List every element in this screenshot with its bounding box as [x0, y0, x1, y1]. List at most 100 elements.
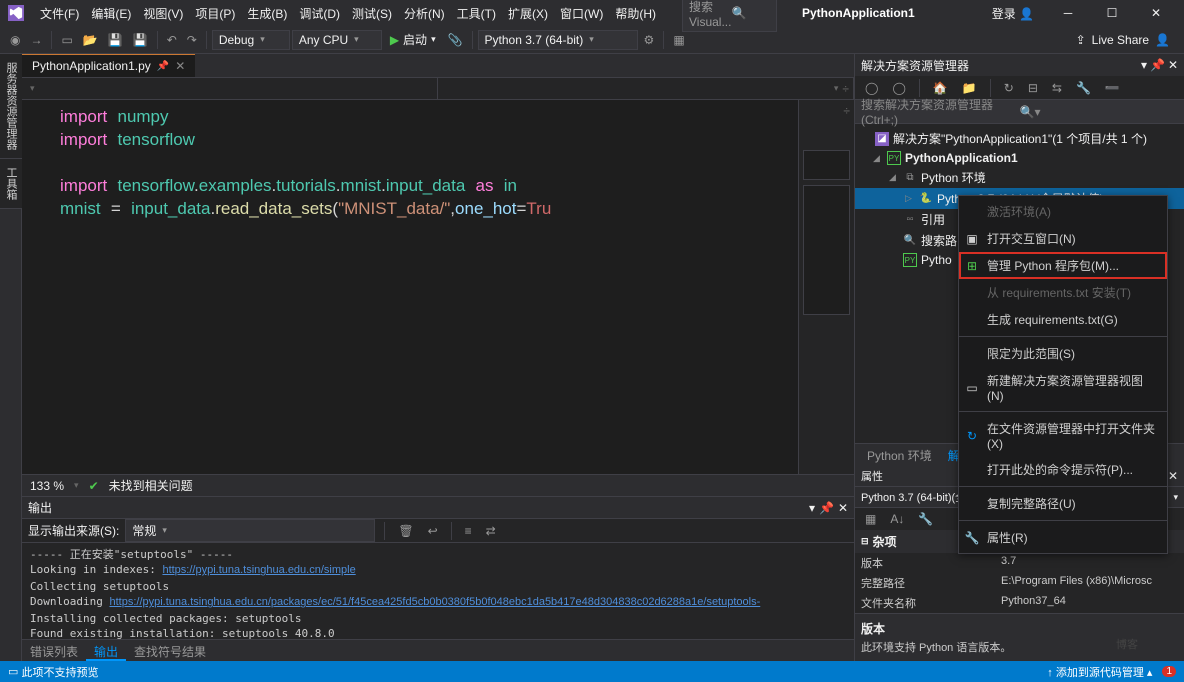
ctx-properties[interactable]: 🔧属性(R) — [959, 524, 1167, 551]
watermark: 博客 — [1116, 636, 1138, 652]
menu-文件(F)[interactable]: 文件(F) — [34, 3, 85, 25]
close-icon[interactable]: ✕ — [838, 501, 848, 515]
output-text[interactable]: ----- 正在安装"setuptools" -----Looking in i… — [22, 543, 854, 639]
attach-button[interactable]: 📎 — [444, 30, 467, 50]
config-combo[interactable]: Debug▾ — [212, 30, 290, 50]
ctx-install-req[interactable]: 从 requirements.txt 安装(T) — [959, 279, 1167, 306]
menu-生成(B)[interactable]: 生成(B) — [241, 3, 293, 25]
properties-icon[interactable]: 🔧 — [1072, 78, 1095, 98]
toggle-wrap-button[interactable]: ↩ — [424, 521, 442, 541]
env-settings-button[interactable]: ⚙ — [640, 30, 659, 50]
solution-explorer-title: 解决方案资源管理器 — [861, 57, 969, 74]
pin-icon[interactable]: 📌 — [819, 501, 834, 515]
menu-测试(S)[interactable]: 测试(S) — [346, 3, 398, 25]
refresh-icon[interactable]: ↻ — [1000, 78, 1018, 98]
fwd-button[interactable]: ◯ — [888, 78, 909, 98]
output-tab[interactable]: 输出 — [86, 640, 126, 661]
menu-视图(V)[interactable]: 视图(V) — [137, 3, 189, 25]
prop-row[interactable]: 完整路径E:\Program Files (x86)\Microsc — [855, 573, 1184, 593]
ctx-copy-path[interactable]: 复制完整路径(U) — [959, 490, 1167, 517]
alpha-button[interactable]: A↓ — [886, 509, 908, 529]
menu-分析(N)[interactable]: 分析(N) — [398, 3, 451, 25]
prop-row[interactable]: 版本3.7 — [855, 553, 1184, 573]
python-env-tab[interactable]: Python 环境 — [859, 444, 940, 465]
zoom-level[interactable]: 133 % — [30, 479, 64, 493]
prop-row[interactable]: 文件夹名称Python37_64 — [855, 593, 1184, 613]
menu-扩展(X)[interactable]: 扩展(X) — [502, 3, 554, 25]
categorize-button[interactable]: ▦ — [861, 509, 880, 529]
file-tab[interactable]: PythonApplication1.py 📌 ✕ — [22, 54, 195, 77]
nav-back-button[interactable]: ◉ — [6, 30, 24, 50]
preview-icon[interactable]: ➖ — [1101, 78, 1124, 98]
start-debug-button[interactable]: ▶启动▾ — [384, 29, 442, 50]
solution-node[interactable]: ◪ 解决方案"PythonApplication1"(1 个项目/共 1 个) — [855, 128, 1184, 149]
pin-icon[interactable]: 📌 — [1150, 58, 1165, 72]
interpreter-combo[interactable]: Python 3.7 (64-bit)▾ — [478, 30, 638, 50]
add-source-control[interactable]: ↑ 添加到源代码管理 ▴ — [1047, 664, 1152, 680]
ctx-manage-packages[interactable]: ⊞管理 Python 程序包(M)... — [959, 252, 1167, 279]
dropdown-icon[interactable]: ▾ — [1141, 58, 1147, 72]
properties-title: 属性 — [861, 468, 883, 484]
menu-项目(P)[interactable]: 项目(P) — [189, 3, 241, 25]
ctx-gen-req[interactable]: 生成 requirements.txt(G) — [959, 306, 1167, 333]
code-editor[interactable]: import numpy import tensorflow import te… — [22, 100, 854, 474]
show-all-button[interactable]: 📁 — [958, 78, 981, 98]
solution-search-input[interactable]: 搜索解决方案资源管理器(Ctrl+;) 🔍▾ — [855, 100, 1184, 124]
menu-工具(T)[interactable]: 工具(T) — [451, 3, 502, 25]
notification-badge[interactable]: 1 — [1162, 666, 1176, 677]
maximize-button[interactable]: ☐ — [1092, 0, 1132, 26]
project-node[interactable]: ◢PY PythonApplication1 — [855, 149, 1184, 167]
find-symbol-tab[interactable]: 查找符号结果 — [126, 640, 214, 661]
env-context-menu: 激活环境(A) ▣打开交互窗口(N) ⊞管理 Python 程序包(M)... … — [958, 195, 1168, 554]
home-icon[interactable]: 🏠 — [929, 78, 952, 98]
layout-button[interactable]: ▦ — [669, 30, 688, 50]
platform-combo[interactable]: Any CPU▾ — [292, 30, 382, 50]
split-icon[interactable]: ÷ — [843, 104, 850, 118]
pin-icon[interactable]: 📌 — [157, 61, 169, 72]
clear-output-button[interactable]: 🗑 — [394, 521, 417, 541]
ctx-interactive[interactable]: ▣打开交互窗口(N) — [959, 225, 1167, 252]
dropdown-icon[interactable]: ▾ — [809, 501, 815, 515]
prop-desc-name: 版本 — [861, 620, 1178, 637]
quick-search-input[interactable]: 搜索 Visual... 🔍 — [682, 0, 777, 32]
ctx-open-cmd[interactable]: 打开此处的命令提示符(P)... — [959, 456, 1167, 483]
close-icon[interactable]: ✕ — [1168, 58, 1178, 72]
close-icon[interactable]: ✕ — [1168, 469, 1178, 483]
save-button[interactable]: 💾 — [104, 30, 127, 50]
close-button[interactable]: ✕ — [1136, 0, 1176, 26]
output-opt2-button[interactable]: ⇄ — [482, 521, 500, 541]
server-explorer-tab[interactable]: 服务器资源管理器 — [0, 54, 22, 159]
minimize-button[interactable]: ─ — [1048, 0, 1088, 26]
ctx-activate[interactable]: 激活环境(A) — [959, 198, 1167, 225]
nav-fwd-button[interactable]: → — [26, 30, 46, 50]
sync-icon[interactable]: ⇆ — [1048, 78, 1066, 98]
output-source-combo[interactable]: 常规▾ — [125, 519, 375, 542]
toolbox-tab[interactable]: 工具箱 — [0, 159, 22, 209]
close-tab-icon[interactable]: ✕ — [175, 59, 185, 73]
props-wrench-icon[interactable]: 🔧 — [914, 509, 937, 529]
collapse-icon[interactable]: ⊟ — [1024, 78, 1042, 98]
menu-调试(D)[interactable]: 调试(D) — [293, 3, 346, 25]
search-icon: 🔍 — [731, 6, 770, 20]
output-opt1-button[interactable]: ≡ — [461, 521, 476, 541]
env-folder-node[interactable]: ◢⧉ Python 环境 — [855, 167, 1184, 188]
liveshare-button[interactable]: ⇪ Live Share 👤 — [1068, 31, 1178, 49]
ctx-new-view[interactable]: ▭新建解决方案资源管理器视图(N) — [959, 367, 1167, 408]
ctx-scope[interactable]: 限定为此范围(S) — [959, 340, 1167, 367]
search-icon: 🔍▾ — [1020, 105, 1179, 119]
redo-button[interactable]: ↷ — [183, 30, 201, 50]
undo-button[interactable]: ↶ — [163, 30, 181, 50]
ctx-open-explorer[interactable]: ↻在文件资源管理器中打开文件夹(X) — [959, 415, 1167, 456]
open-file-button[interactable]: 📂 — [79, 30, 102, 50]
menu-帮助(H)[interactable]: 帮助(H) — [609, 3, 662, 25]
output-title: 输出 — [28, 499, 52, 516]
login-button[interactable]: 登录 👤 — [992, 5, 1034, 22]
save-all-button[interactable]: 💾 — [129, 30, 152, 50]
new-file-button[interactable]: ▭ — [57, 30, 76, 50]
error-list-tab[interactable]: 错误列表 — [22, 640, 86, 661]
menu-窗口(W)[interactable]: 窗口(W) — [554, 3, 609, 25]
minimap[interactable]: ÷ — [798, 100, 854, 474]
menu-编辑(E)[interactable]: 编辑(E) — [85, 3, 137, 25]
back-button[interactable]: ◯ — [861, 78, 882, 98]
play-icon: ▶ — [390, 33, 399, 47]
